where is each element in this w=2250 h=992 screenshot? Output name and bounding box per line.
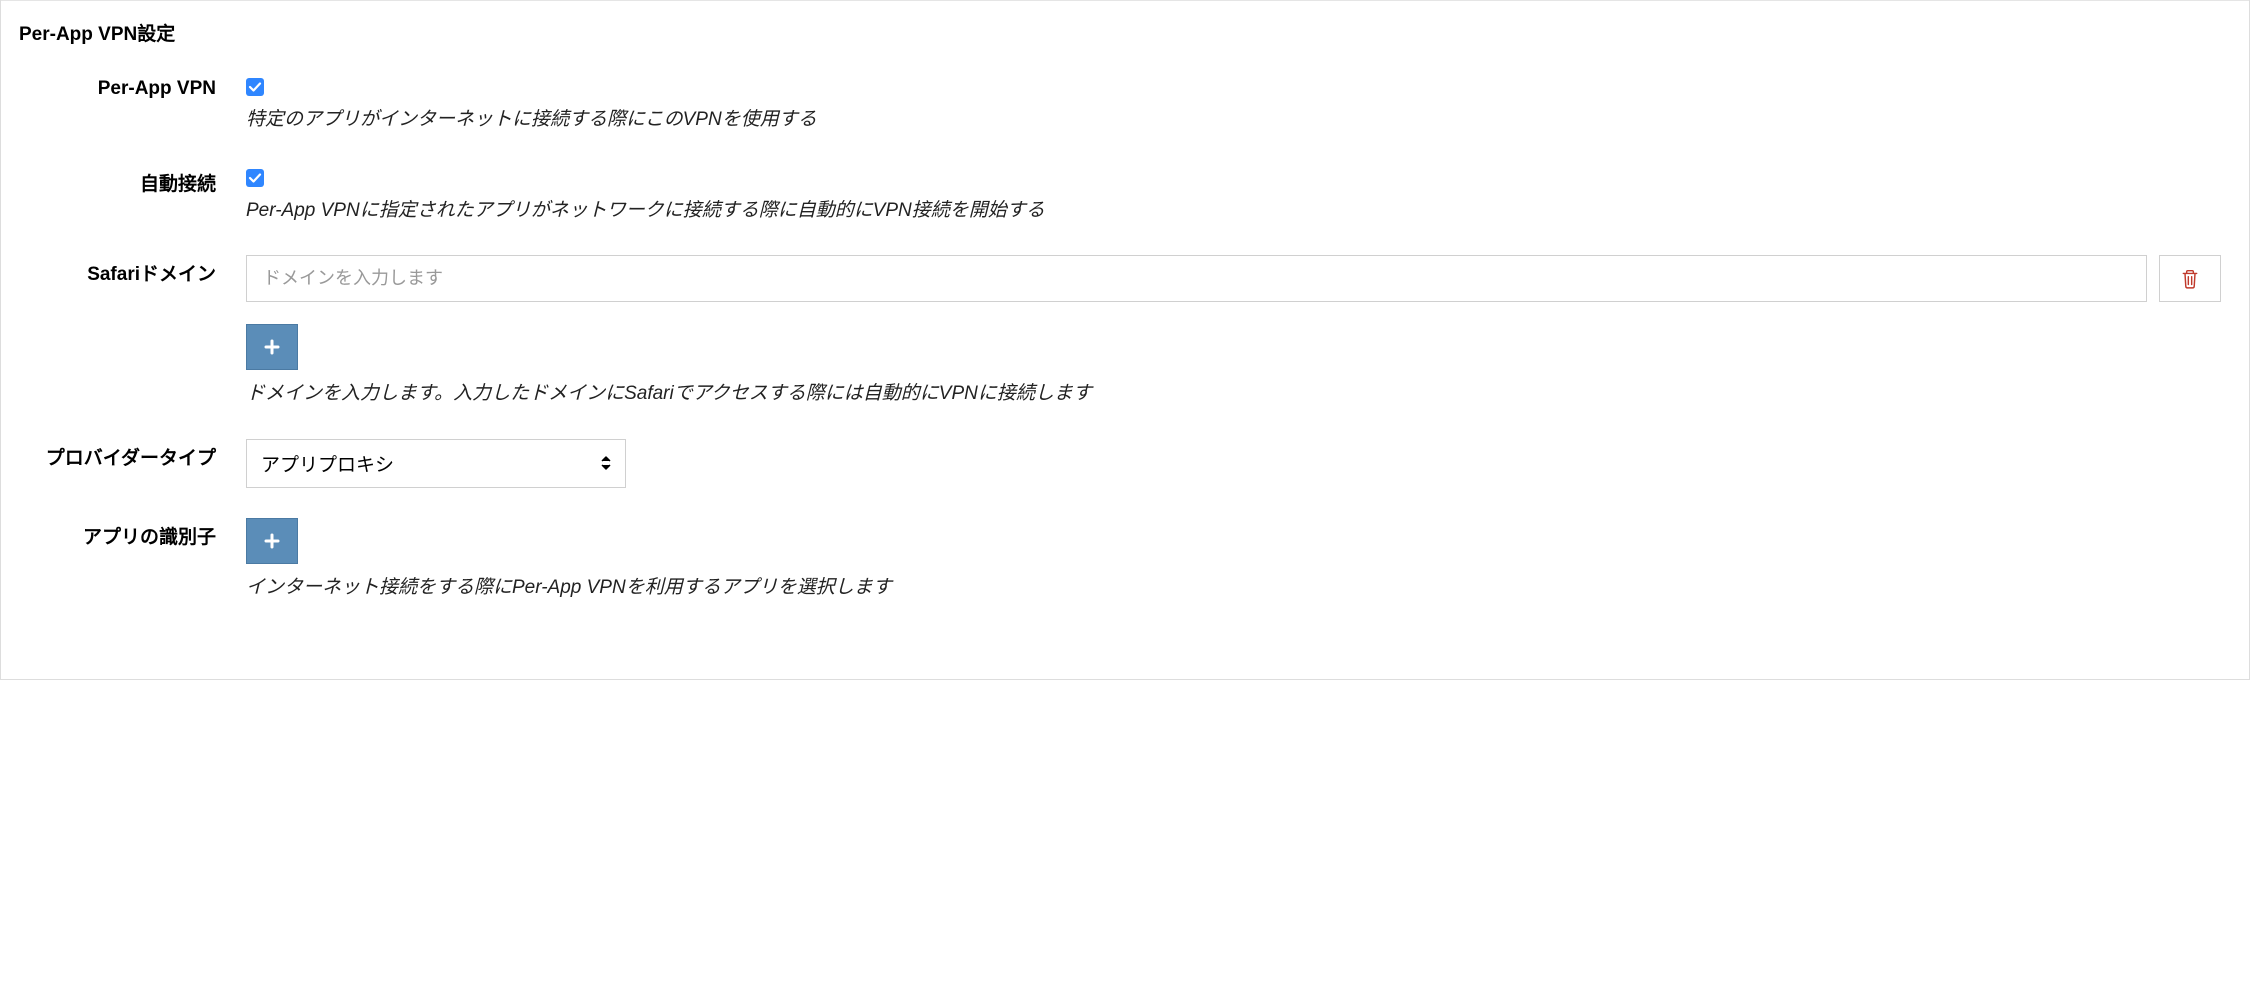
provider-type-select[interactable]: アプリプロキシ [246, 439, 626, 488]
form: Per-App VPN 特定のアプリがインターネットに接続する際にこのVPNを使… [1, 46, 2249, 602]
plus-icon [263, 532, 281, 550]
label-safari-domain: Safariドメイン [1, 255, 246, 286]
check-icon [248, 80, 262, 94]
add-domain-button[interactable] [246, 324, 298, 370]
add-app-identifier-button[interactable] [246, 518, 298, 564]
row-app-identifier: アプリの識別子 インターネット接続をする際にPer-App VPNを利用するアプ… [1, 518, 2221, 603]
field-provider-type: アプリプロキシ [246, 439, 2221, 488]
row-auto-connect: 自動接続 Per-App VPNに指定されたアプリがネットワークに接続する際に自… [1, 165, 2221, 226]
row-provider-type: プロバイダータイプ アプリプロキシ [1, 439, 2221, 488]
provider-type-selected: アプリプロキシ [261, 455, 394, 476]
label-app-identifier: アプリの識別子 [1, 518, 246, 549]
safari-domain-input[interactable] [246, 255, 2147, 302]
per-app-vpn-checkbox[interactable] [246, 78, 264, 96]
check-icon [248, 171, 262, 185]
field-app-identifier: インターネット接続をする際にPer-App VPNを利用するアプリを選択します [246, 518, 2221, 603]
safari-domain-help: ドメインを入力します。入力したドメインにSafariでアクセスする際には自動的に… [246, 380, 2221, 409]
row-per-app-vpn: Per-App VPN 特定のアプリがインターネットに接続する際にこのVPNを使… [1, 74, 2221, 135]
trash-icon [2181, 269, 2199, 289]
field-safari-domain: ドメインを入力します。入力したドメインにSafariでアクセスする際には自動的に… [246, 255, 2221, 409]
auto-connect-checkbox[interactable] [246, 169, 264, 187]
label-auto-connect: 自動接続 [1, 165, 246, 196]
settings-panel: Per-App VPN設定 Per-App VPN 特定のアプリがインターネット… [0, 0, 2250, 680]
plus-icon [263, 338, 281, 356]
safari-domain-input-row [246, 255, 2221, 302]
per-app-vpn-help: 特定のアプリがインターネットに接続する際にこのVPNを使用する [246, 106, 2221, 135]
row-safari-domain: Safariドメイン ドメインを入力します。入力したドメインにSafariでアク [1, 255, 2221, 409]
section-title: Per-App VPN設定 [1, 1, 2249, 46]
label-per-app-vpn: Per-App VPN [1, 74, 246, 100]
auto-connect-help: Per-App VPNに指定されたアプリがネットワークに接続する際に自動的にVP… [246, 197, 2221, 226]
field-per-app-vpn: 特定のアプリがインターネットに接続する際にこのVPNを使用する [246, 74, 2221, 135]
label-provider-type: プロバイダータイプ [1, 439, 246, 470]
app-identifier-help: インターネット接続をする際にPer-App VPNを利用するアプリを選択します [246, 574, 2221, 603]
select-arrows-icon [599, 454, 613, 472]
delete-domain-button[interactable] [2159, 255, 2221, 302]
field-auto-connect: Per-App VPNに指定されたアプリがネットワークに接続する際に自動的にVP… [246, 165, 2221, 226]
